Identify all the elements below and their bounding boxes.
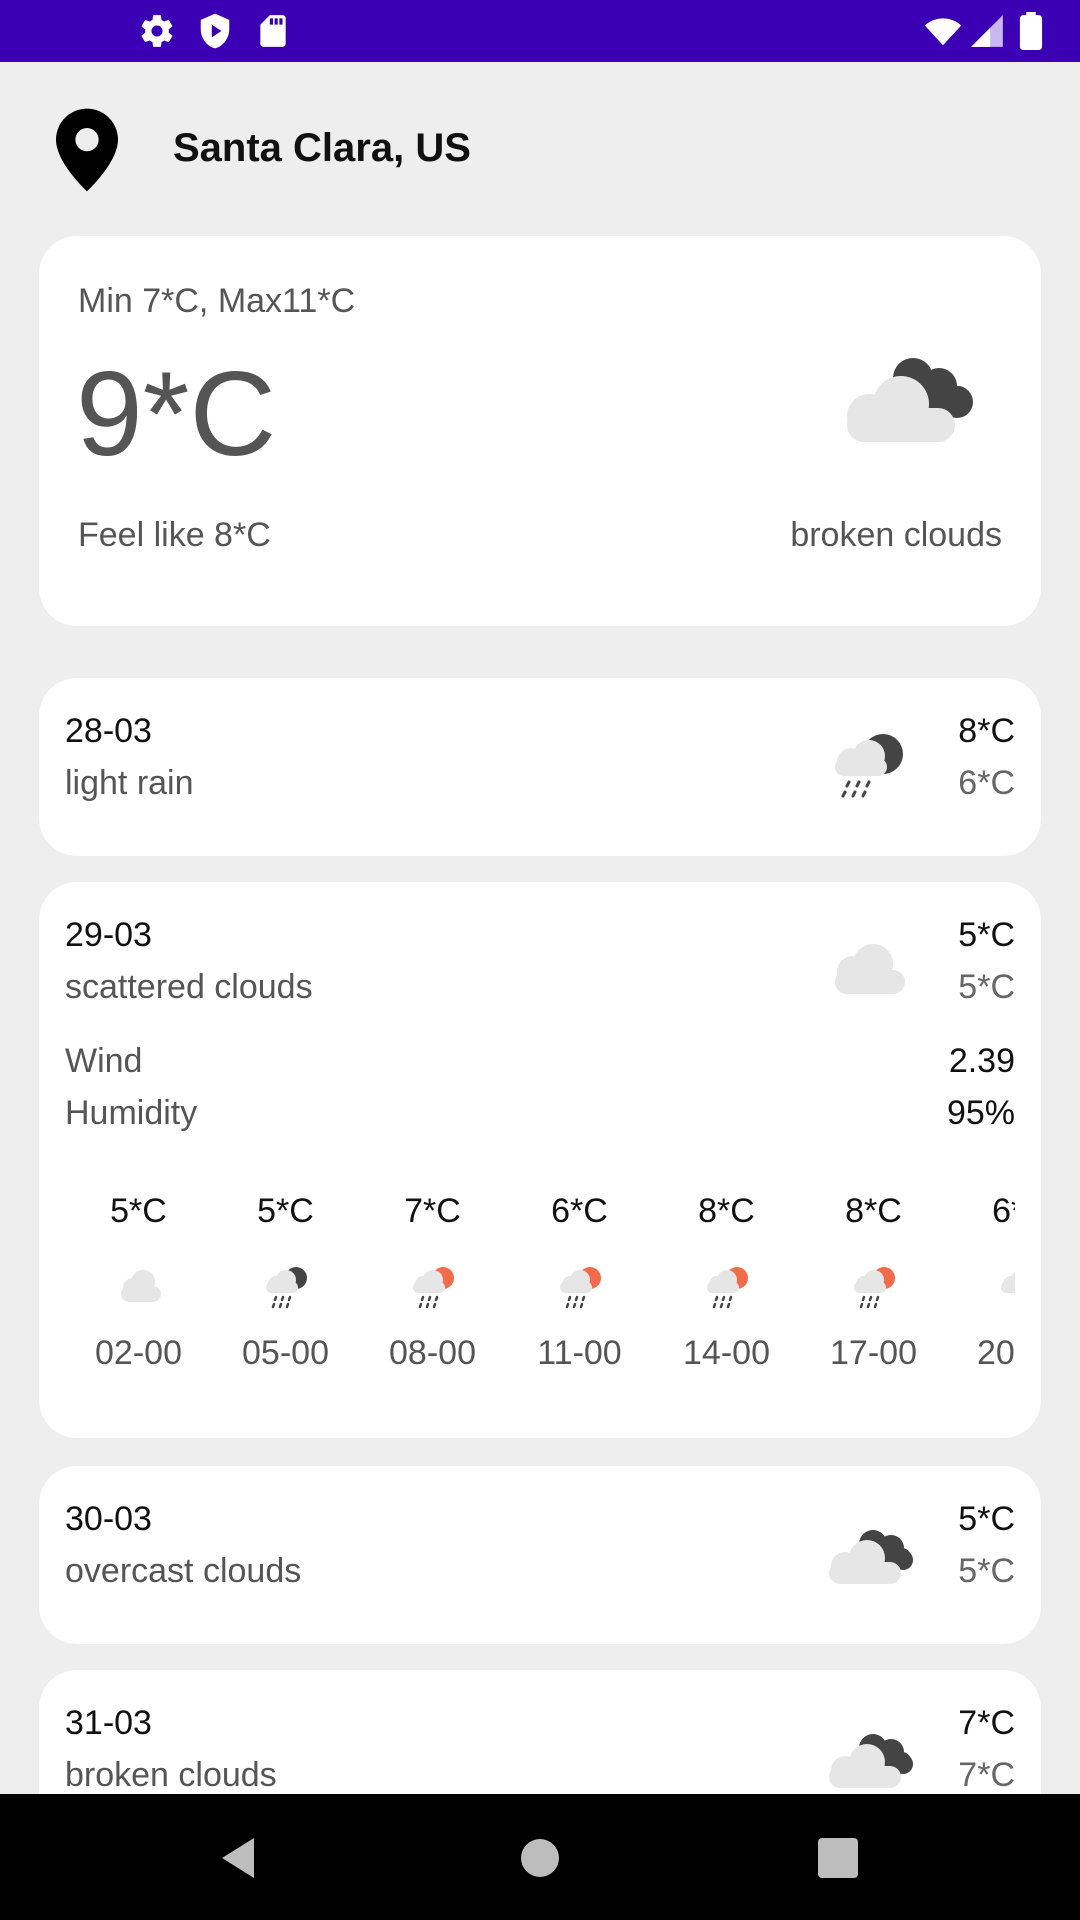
location-pin-icon[interactable] (56, 108, 118, 192)
battery-icon (1019, 12, 1043, 50)
hour-temp: 8*C (698, 1192, 755, 1230)
hour-time: 20-00 (977, 1334, 1015, 1372)
navigation-bar (0, 1794, 1080, 1920)
wifi-icon (924, 18, 962, 46)
day-description: broken clouds (65, 1756, 277, 1794)
home-icon[interactable] (516, 1834, 564, 1882)
hour-item: 5*C 05-00 (212, 1192, 359, 1372)
day-description: overcast clouds (65, 1552, 302, 1590)
hour-time: 17-00 (830, 1334, 917, 1372)
hour-temp: 7*C (404, 1192, 461, 1230)
day-card-28-03[interactable]: 28-03 light rain 8*C 6*C (39, 678, 1041, 856)
hourly-forecast[interactable]: 5*C 02-00 5*C 05-00 7*C 08-00 6*C 11-00 … (65, 1192, 1015, 1372)
hour-time: 02-00 (95, 1334, 182, 1372)
rain-sun-icon (413, 1267, 454, 1309)
hour-item: 6*C 11-00 (506, 1192, 653, 1372)
settings-icon (141, 15, 173, 47)
hour-time: 14-00 (683, 1334, 770, 1372)
hour-item: 8*C 14-00 (653, 1192, 800, 1372)
hour-item: 7*C 08-00 (359, 1192, 506, 1372)
back-icon[interactable] (214, 1834, 262, 1882)
current-temperature: 9*C (76, 347, 277, 481)
recents-icon[interactable] (814, 1834, 862, 1882)
cloud-icon (121, 1270, 161, 1302)
wind-label: Wind (65, 1042, 143, 1080)
day-max-temp: 7*C (958, 1704, 1015, 1742)
day-card-30-03[interactable]: 30-03 overcast clouds 5*C 5*C (39, 1466, 1041, 1644)
rain-sun-icon (707, 1267, 748, 1309)
current-weather-card[interactable]: Min 7*C, Max11*C 9*C Feel like 8*C broke… (39, 236, 1041, 626)
location-name: Santa Clara, US (173, 126, 471, 170)
hour-item: 6*C 20-00 (947, 1192, 1015, 1372)
rain-night-icon (266, 1267, 307, 1309)
day-min-temp: 7*C (958, 1756, 1015, 1794)
day-max-temp: 5*C (958, 1500, 1015, 1538)
header: Santa Clara, US (0, 62, 1080, 236)
humidity-label: Humidity (65, 1094, 198, 1132)
rain-sun-icon (854, 1267, 895, 1309)
scattered-clouds-icon (835, 944, 905, 994)
shield-play-icon (200, 13, 230, 49)
day-min-temp: 5*C (958, 1552, 1015, 1590)
hour-temp: 5*C (110, 1192, 167, 1230)
broken-clouds-icon (829, 1734, 913, 1788)
wind-value: 2.39 (948, 1042, 1015, 1080)
sd-card-icon (260, 15, 286, 47)
day-max-temp: 8*C (958, 712, 1015, 750)
day-date: 28-03 (65, 712, 152, 750)
humidity-value: 95% (946, 1094, 1015, 1132)
hour-time: 05-00 (242, 1334, 329, 1372)
day-date: 29-03 (65, 916, 152, 954)
hour-temp: 5*C (257, 1192, 314, 1230)
status-bar (0, 0, 1080, 62)
current-description: broken clouds (790, 516, 1002, 554)
rain-sun-icon (1001, 1272, 1015, 1293)
hour-temp: 6*C (551, 1192, 608, 1230)
day-min-temp: 5*C (958, 968, 1015, 1006)
hour-item: 5*C 02-00 (65, 1192, 212, 1372)
day-min-temp: 6*C (958, 764, 1015, 802)
overcast-clouds-icon (829, 1530, 913, 1584)
day-description: light rain (65, 764, 194, 802)
hour-time: 11-00 (537, 1334, 622, 1372)
hour-temp: 6*C (992, 1192, 1015, 1230)
feels-like: Feel like 8*C (78, 516, 271, 554)
day-card-29-03[interactable]: 29-03 scattered clouds 5*C 5*C Wind 2.39… (39, 882, 1041, 1438)
rain-sun-icon (560, 1267, 601, 1309)
day-max-temp: 5*C (958, 916, 1015, 954)
rain-night-icon (835, 734, 903, 798)
hour-item: 8*C 17-00 (800, 1192, 947, 1372)
day-date: 30-03 (65, 1500, 152, 1538)
hour-time: 08-00 (389, 1334, 476, 1372)
current-min-max: Min 7*C, Max11*C (78, 282, 356, 320)
day-date: 31-03 (65, 1704, 152, 1742)
broken-clouds-icon (847, 358, 973, 442)
signal-icon (971, 15, 1003, 47)
hour-temp: 8*C (845, 1192, 902, 1230)
day-description: scattered clouds (65, 968, 313, 1006)
